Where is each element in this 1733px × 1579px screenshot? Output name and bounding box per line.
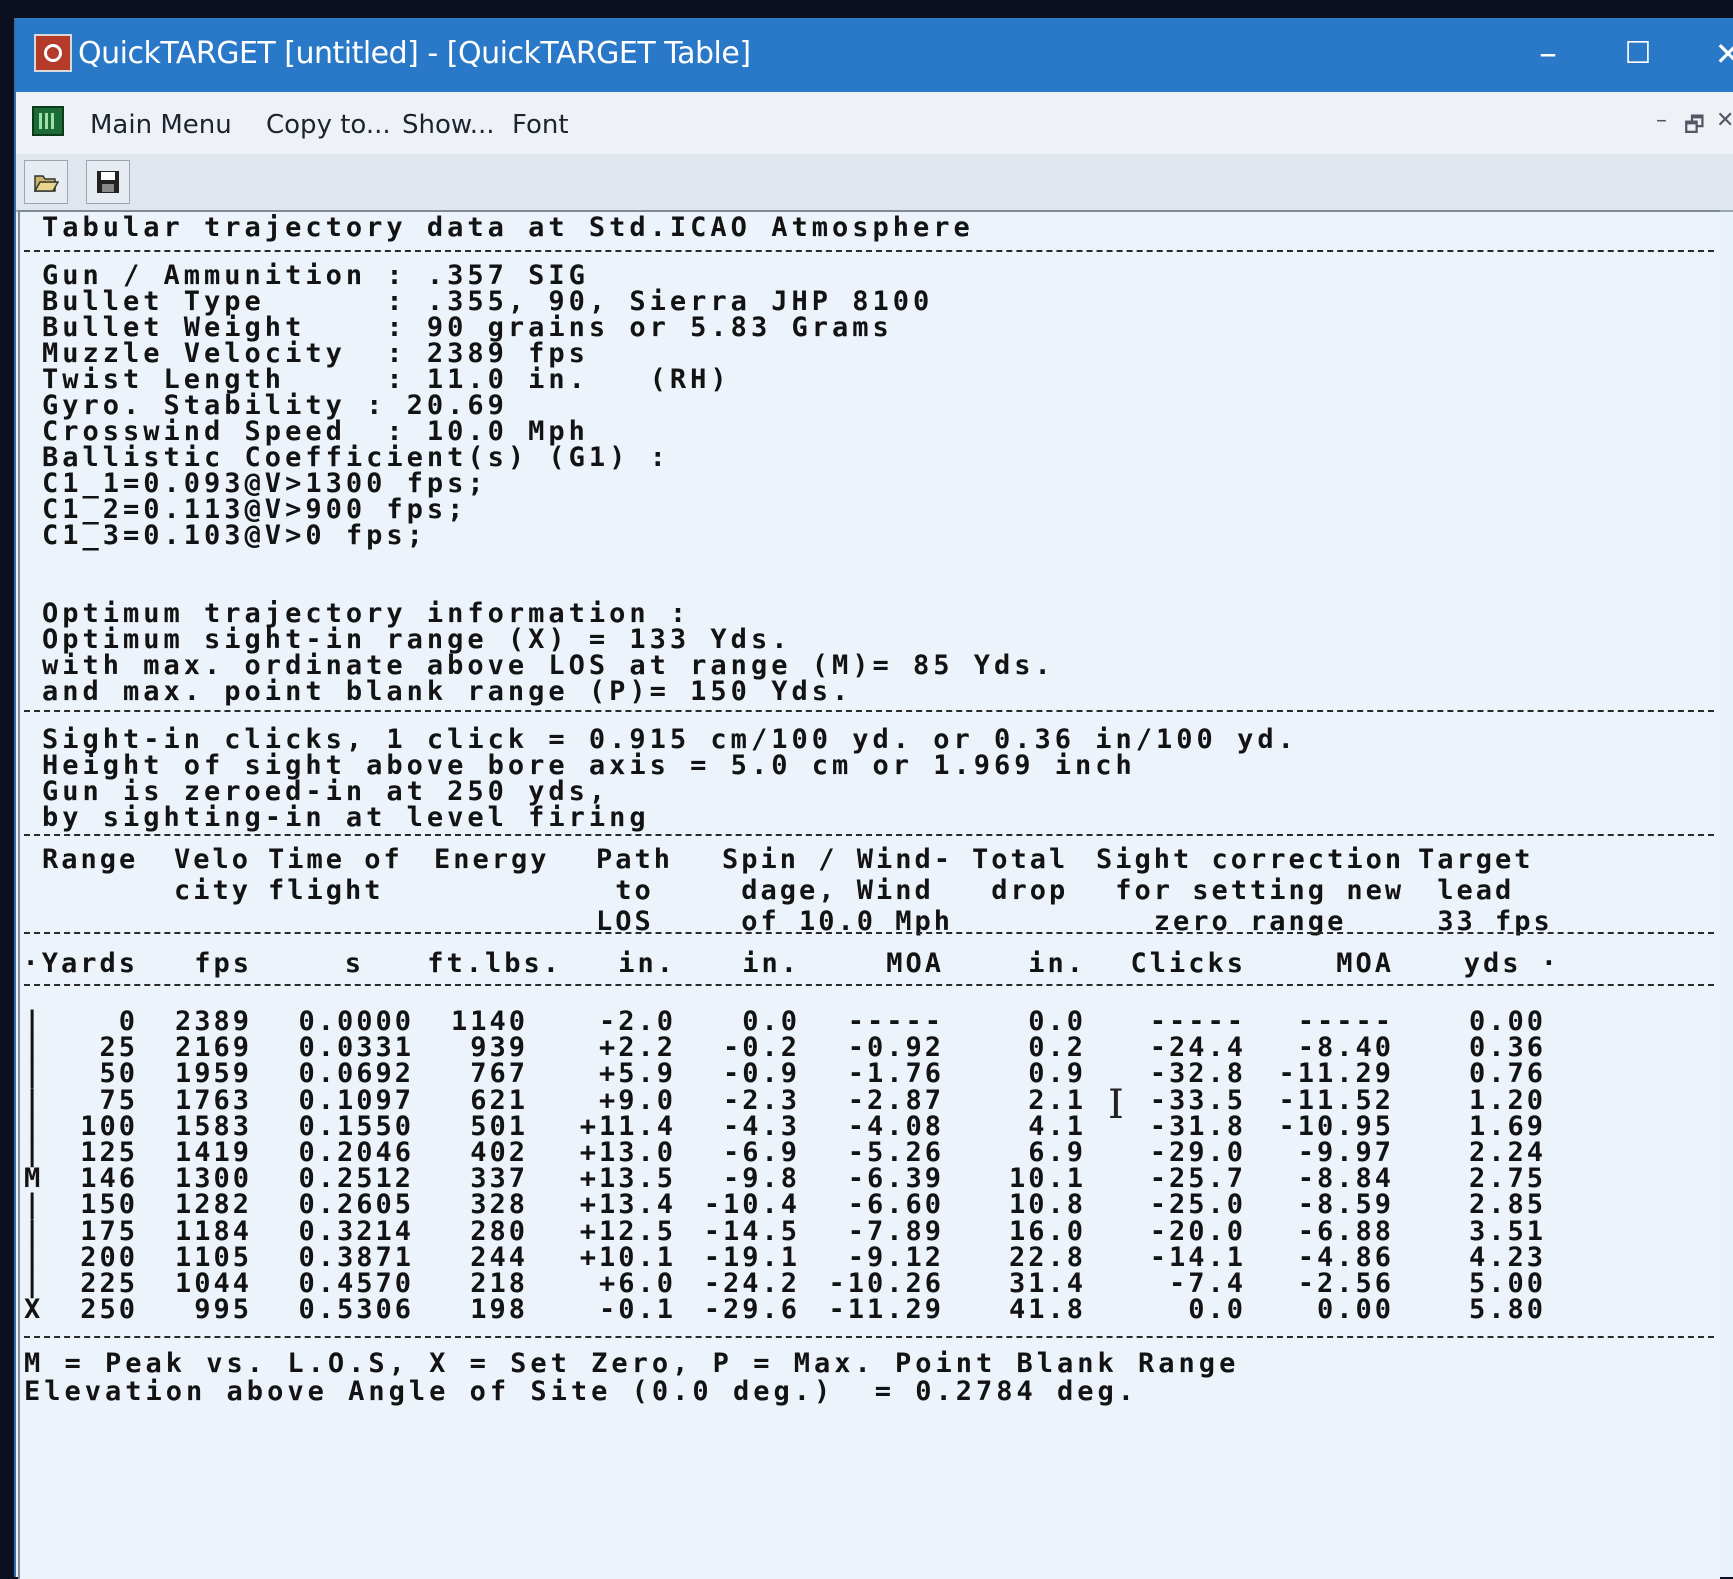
col-header-time-of-flight: Time of flight [268, 844, 403, 906]
info-bc-3: C1_3=0.103@V>0 fps; [42, 520, 427, 551]
col-header-sight-correction: Sight correction for setting new zero ra… [1096, 844, 1405, 937]
floppy-disk-icon [97, 171, 119, 193]
text-cursor-icon: I [1108, 1082, 1124, 1128]
unit-path-to-los: in. [618, 948, 676, 979]
save-button[interactable] [86, 160, 130, 204]
cell-spin-drift: -29.6 [703, 1294, 800, 1326]
menu-font[interactable]: Font [512, 110, 569, 140]
trajectory-table-view[interactable]: Tabular trajectory data at Std.ICAO Atmo… [18, 210, 1720, 1579]
app-window: QuickTARGET [untitled] - [QuickTARGET Ta… [14, 18, 1733, 1579]
menu-copy-to[interactable]: Copy to... [266, 110, 391, 140]
col-header-path-to-los: Path to LOS [596, 844, 674, 937]
menu-main-menu[interactable]: Main Menu [90, 110, 232, 140]
level-firing: by sighting-in at level firing [42, 802, 650, 833]
toolbar [16, 154, 1733, 212]
divider [24, 932, 1714, 934]
divider [24, 1336, 1714, 1338]
quicktarget-app-icon[interactable] [34, 34, 72, 72]
cell-time-of-flight: 0.5306 [298, 1294, 414, 1326]
document-system-menu-icon[interactable] [32, 106, 64, 136]
cell-wind-moa: -11.29 [828, 1294, 944, 1326]
unit-spin-drift: in. [742, 948, 800, 979]
col-header-total-drop: Total drop [972, 844, 1069, 906]
elevation-line: Elevation above Angle of Site (0.0 deg.)… [24, 1376, 1139, 1407]
optimum-point-blank: and max. point blank range (P)= 150 Yds. [42, 676, 853, 707]
window-title: QuickTARGET [untitled] - [QuickTARGET Ta… [78, 36, 751, 71]
legend-line: M = Peak vs. L.O.S, X = Set Zero, P = Ma… [24, 1348, 1240, 1379]
mdi-close-button[interactable]: ✕ [1716, 108, 1733, 133]
maximize-button[interactable]: ☐ [1606, 26, 1670, 82]
menu-bar: Main Menu Copy to... Show... Font – 🗗 ✕ [16, 92, 1733, 155]
minimize-button[interactable]: – [1516, 26, 1580, 82]
cell-sight-moa: 0.00 [1316, 1294, 1394, 1326]
divider [24, 984, 1714, 986]
unit-target-lead: yds · [1463, 948, 1560, 979]
divider [24, 250, 1714, 252]
cell-velocity: 995 [194, 1294, 252, 1326]
mdi-restore-button[interactable]: 🗗 [1684, 108, 1705, 146]
cell-range: 250 [80, 1294, 138, 1326]
col-header-velocity: Velo city [174, 844, 252, 906]
unit-range: ·Yards [22, 948, 138, 979]
cell-path-to-los: -0.1 [598, 1294, 676, 1326]
col-header-energy: Energy [434, 844, 550, 875]
unit-sight-moa: MOA [1336, 948, 1394, 979]
unit-energy: ft.lbs. [427, 948, 562, 979]
report-heading: Tabular trajectory data at Std.ICAO Atmo… [42, 212, 974, 243]
cell-sight-clicks: 0.0 [1188, 1294, 1246, 1326]
unit-time-of-flight: s [344, 948, 364, 979]
divider [24, 710, 1714, 712]
cell-target-lead: 5.80 [1468, 1294, 1546, 1326]
close-button[interactable]: ✕ [1696, 26, 1733, 82]
cell-total-drop: 41.8 [1008, 1294, 1086, 1326]
col-header-range: Range [42, 844, 139, 875]
cell-energy: 198 [470, 1294, 528, 1326]
unit-sight-clicks: Clicks [1130, 948, 1246, 979]
row-marker: X [24, 1294, 41, 1326]
divider [24, 834, 1714, 836]
unit-velocity: fps [194, 948, 252, 979]
open-button[interactable] [24, 160, 68, 204]
unit-wind-moa: MOA [886, 948, 944, 979]
menu-show[interactable]: Show... [402, 110, 495, 140]
mdi-minimize-button[interactable]: – [1656, 108, 1667, 133]
col-header-spin-windage: Spin / Wind- dage, Wind of 10.0 Mph [722, 844, 954, 937]
unit-total-drop: in. [1028, 948, 1086, 979]
folder-open-icon [33, 175, 59, 192]
title-bar[interactable]: QuickTARGET [untitled] - [QuickTARGET Ta… [16, 18, 1733, 92]
col-header-target-lead: Target lead 33 fps [1418, 844, 1553, 937]
